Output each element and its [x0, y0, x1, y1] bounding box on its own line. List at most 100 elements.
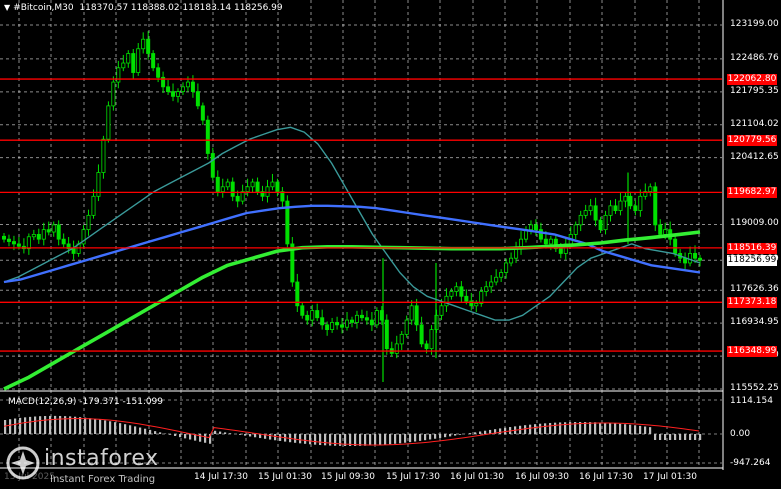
candle-body	[345, 319, 350, 328]
brand-tagline: Instant Forex Trading	[50, 474, 156, 485]
macd-bar	[554, 422, 557, 434]
price-tick-label: 115552.25	[730, 383, 779, 393]
candle-body	[504, 262, 509, 273]
candle-body	[673, 238, 678, 254]
candle-body	[220, 186, 225, 192]
candle-body	[628, 195, 633, 207]
macd-bar	[94, 418, 97, 434]
candle-body	[459, 286, 464, 297]
macd-bar	[29, 416, 32, 434]
candle-body	[141, 38, 146, 50]
candle-body	[349, 319, 354, 323]
macd-bar	[299, 434, 302, 444]
price-chart[interactable]	[0, 0, 781, 489]
candle-body	[235, 195, 240, 202]
candle-body	[618, 200, 623, 211]
macd-bar	[214, 430, 217, 434]
macd-bar	[179, 434, 182, 438]
chart-window[interactable]: ▼ #Bitcoin,M30 118370.57 118388.02 118183…	[0, 0, 781, 489]
macd-bar	[89, 418, 92, 434]
macd-bar	[644, 426, 647, 434]
macd-bar	[169, 434, 172, 435]
macd-bar	[454, 434, 457, 436]
macd-bar	[604, 422, 607, 434]
macd-tick-label: 0.00	[730, 429, 751, 439]
macd-bar	[649, 427, 652, 434]
candle-body	[320, 317, 325, 326]
candle-body	[528, 224, 533, 231]
macd-bar	[439, 434, 442, 438]
candle-body	[51, 224, 56, 233]
macd-bar	[19, 417, 22, 434]
candle-body	[215, 176, 220, 192]
candle-body	[514, 248, 519, 259]
candle-body	[359, 314, 364, 319]
macd-bar	[669, 434, 672, 440]
candle-body	[409, 305, 414, 321]
macd-tick-label: 1114.154	[730, 396, 773, 406]
level-price-label: 122062.80	[727, 74, 777, 86]
candle-body	[210, 153, 215, 178]
candle-body	[230, 181, 235, 197]
macd-bar	[544, 423, 547, 434]
macd-bar	[694, 434, 697, 440]
macd-bar	[329, 434, 332, 446]
macd-bar	[314, 434, 317, 445]
macd-bar	[589, 422, 592, 434]
macd-bar	[269, 434, 272, 440]
candle-body	[598, 219, 603, 231]
macd-bar	[309, 434, 312, 445]
candle-body	[658, 224, 663, 235]
candle-body	[180, 86, 185, 92]
candle-body	[91, 195, 96, 216]
candle-body	[464, 295, 469, 302]
macd-bar	[369, 434, 372, 446]
candle-body	[166, 86, 171, 92]
candle-body	[494, 276, 499, 283]
candle-body	[638, 195, 643, 211]
candle-body	[205, 119, 210, 154]
chart-header: ▼ #Bitcoin,M30 118370.57 118388.02 118183…	[4, 3, 283, 13]
candle-body	[429, 329, 434, 350]
candle-body	[688, 253, 693, 264]
candle-body	[335, 322, 340, 326]
macd-bar	[14, 418, 17, 434]
macd-bar	[484, 430, 487, 434]
candle-body	[399, 333, 404, 345]
candle-body	[16, 243, 21, 247]
candle-body	[71, 248, 76, 254]
macd-bar	[689, 434, 692, 440]
candle-body	[449, 291, 454, 297]
macd-bar	[109, 421, 112, 434]
candle-body	[305, 314, 310, 321]
candle-body	[454, 286, 459, 292]
macd-tick-label: -947.264	[730, 458, 771, 468]
dropdown-triangle-icon[interactable]: ▼	[4, 3, 10, 12]
candle-body	[593, 205, 598, 221]
macd-bar	[49, 415, 52, 434]
candle-body	[225, 181, 230, 188]
instaforex-logo: instaforex Instant Forex Trading	[6, 444, 206, 488]
macd-bar	[244, 434, 247, 436]
ma-slow-line	[3, 230, 701, 391]
macd-bar	[444, 434, 447, 438]
candle-body	[121, 62, 126, 69]
candle-body	[509, 257, 514, 264]
level-price-label: 118516.39	[727, 242, 777, 254]
macd-bar	[684, 434, 687, 440]
candle-body	[190, 81, 195, 92]
candle-body	[175, 91, 180, 97]
macd-bar	[619, 423, 622, 434]
candle-body	[548, 238, 553, 245]
macd-bar	[424, 434, 427, 441]
time-tick-label: 15 Jul 01:30	[258, 472, 312, 482]
candle-body	[136, 48, 141, 73]
macd-bar	[614, 423, 617, 434]
candle-body	[394, 343, 399, 354]
candle-body	[608, 205, 613, 216]
macd-bar	[449, 434, 452, 437]
macd-bar	[414, 434, 417, 442]
macd-bar	[524, 425, 527, 434]
candle-body	[26, 236, 31, 250]
candle-body	[171, 91, 176, 97]
